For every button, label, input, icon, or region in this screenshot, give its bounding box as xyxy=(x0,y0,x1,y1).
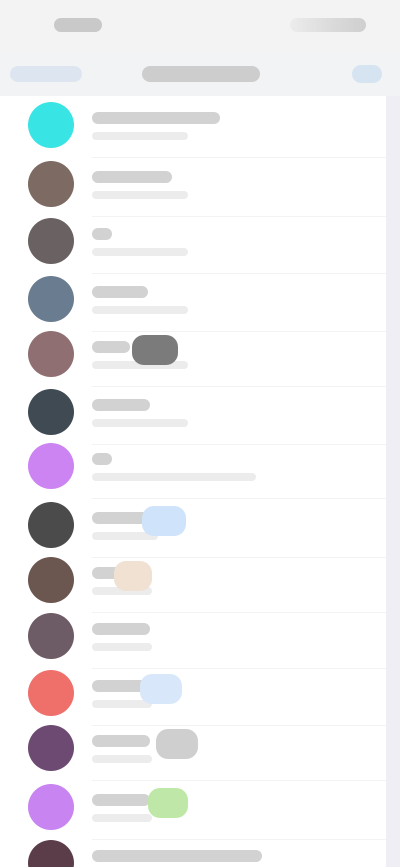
avatar xyxy=(28,502,74,548)
nav-action-button[interactable] xyxy=(352,65,382,83)
chat-preview-placeholder xyxy=(92,248,188,256)
chat-list-item[interactable] xyxy=(0,500,386,558)
row-separator xyxy=(92,780,386,781)
scroll-strip xyxy=(386,96,400,867)
chat-preview-placeholder xyxy=(92,814,152,822)
chat-list-item[interactable] xyxy=(0,611,386,669)
avatar xyxy=(28,784,74,830)
avatar xyxy=(28,443,74,489)
chat-name-placeholder xyxy=(92,794,150,806)
chat-name-placeholder xyxy=(92,171,172,183)
chat-name-placeholder xyxy=(92,623,150,635)
chat-preview-placeholder xyxy=(92,191,188,199)
chat-name-placeholder xyxy=(92,850,262,862)
avatar xyxy=(28,161,74,207)
avatar xyxy=(28,840,74,867)
chat-name-placeholder xyxy=(92,399,150,411)
chat-preview-placeholder xyxy=(92,132,188,140)
status-bar xyxy=(0,0,400,52)
chat-preview-placeholder xyxy=(92,473,256,481)
chat-list-item[interactable] xyxy=(0,159,386,217)
chat-name-placeholder xyxy=(92,228,112,240)
chat-preview-placeholder xyxy=(92,419,188,427)
chat-name-placeholder xyxy=(92,341,130,353)
chat-tag xyxy=(148,788,188,818)
chat-list-item[interactable] xyxy=(0,216,386,274)
chat-list-item[interactable] xyxy=(0,782,386,840)
avatar xyxy=(28,102,74,148)
chat-tag xyxy=(114,561,152,591)
status-icons-placeholder xyxy=(290,18,366,32)
status-time-placeholder xyxy=(54,18,102,32)
chat-preview-placeholder xyxy=(92,643,152,651)
avatar xyxy=(28,725,74,771)
avatar xyxy=(28,218,74,264)
avatar xyxy=(28,557,74,603)
chat-list-item[interactable] xyxy=(0,441,386,499)
row-separator xyxy=(92,498,386,499)
chat-list-item[interactable] xyxy=(0,387,386,445)
avatar xyxy=(28,276,74,322)
chat-preview-placeholder xyxy=(92,306,188,314)
row-separator xyxy=(92,157,386,158)
chat-list-item[interactable] xyxy=(0,274,386,332)
chat-list-item[interactable] xyxy=(0,723,386,781)
avatar xyxy=(28,389,74,435)
chat-list-item[interactable] xyxy=(0,555,386,613)
chat-list-item[interactable] xyxy=(0,100,386,158)
chat-list-item[interactable] xyxy=(0,668,386,726)
avatar xyxy=(28,613,74,659)
nav-title-placeholder xyxy=(142,66,260,82)
chat-name-placeholder xyxy=(92,735,150,747)
chat-name-placeholder xyxy=(92,286,148,298)
chat-list-item[interactable] xyxy=(0,838,386,867)
chat-tag xyxy=(140,674,182,704)
back-button[interactable] xyxy=(10,66,82,82)
chat-list-item[interactable] xyxy=(0,329,386,387)
avatar xyxy=(28,670,74,716)
chat-tag xyxy=(142,506,186,536)
chat-preview-placeholder xyxy=(92,755,152,763)
avatar xyxy=(28,331,74,377)
navigation-bar xyxy=(0,52,400,96)
chat-name-placeholder xyxy=(92,453,112,465)
chat-tag xyxy=(132,335,178,365)
chat-list[interactable] xyxy=(0,96,386,867)
chat-name-placeholder xyxy=(92,112,220,124)
chat-preview-placeholder xyxy=(92,700,152,708)
chat-tag xyxy=(156,729,198,759)
